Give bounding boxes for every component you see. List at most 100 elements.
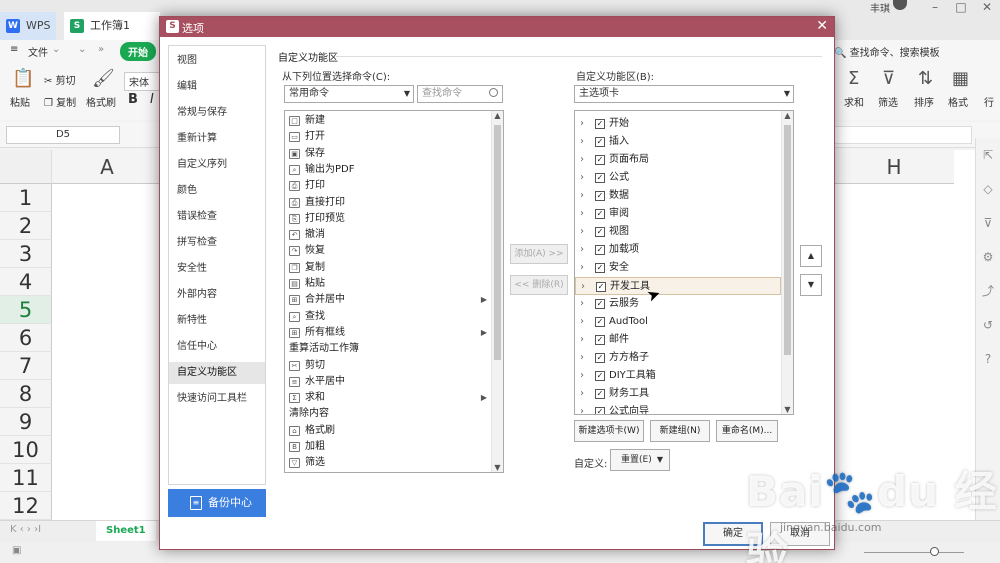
ribbon-tab-item[interactable]: › ✓ 云服务 — [575, 295, 781, 313]
user-name[interactable]: 丰琪 — [870, 0, 890, 15]
commands-source-select[interactable]: 常用命令 ▼ — [284, 85, 414, 103]
command-item[interactable]: ⌕ 输出为PDF — [285, 162, 491, 178]
tabs-scrollbar[interactable]: ▲ ▼ — [781, 111, 793, 414]
ribbon-tab-checkbox[interactable]: ✓ — [596, 282, 606, 292]
file-menu[interactable]: 文件 — [28, 44, 48, 59]
ribbon-tab-item[interactable]: › ✓ 页面布局 — [575, 151, 781, 169]
nav-item-new-features[interactable]: 新特性 — [169, 310, 265, 332]
command-item[interactable]: ⊞ 合并居中 ▶ — [285, 292, 491, 308]
sheet-tab[interactable]: Sheet1 — [96, 521, 156, 541]
ribbon-tab-checkbox[interactable]: ✓ — [595, 371, 605, 381]
expand-chevron-icon[interactable]: › — [580, 295, 584, 313]
command-item[interactable]: 重算活动工作簿 — [285, 341, 491, 357]
command-item[interactable]: ↷ 恢复 — [285, 243, 491, 259]
ribbon-tab-item-selected[interactable]: › ✓ 开发工具 — [575, 277, 781, 295]
nav-item-spell-check[interactable]: 拼写检查 — [169, 232, 265, 254]
ribbon-tab-checkbox[interactable]: ✓ — [595, 353, 605, 363]
sheet-nav-arrows[interactable]: K ‹ › ›I — [10, 524, 41, 535]
row-header[interactable]: 2 — [0, 212, 52, 240]
formula-input[interactable] — [834, 126, 972, 144]
close-icon[interactable]: ✕ — [816, 18, 828, 34]
row-header[interactable]: 7 — [0, 352, 52, 380]
ribbon-tab-checkbox[interactable]: ✓ — [595, 263, 605, 273]
command-item[interactable]: ❐ 复制 — [285, 260, 491, 276]
scroll-up-icon[interactable]: ▲ — [492, 111, 503, 120]
expand-chevron-icon[interactable]: › — [580, 385, 584, 403]
command-item[interactable]: □ 新建 — [285, 113, 491, 129]
command-item[interactable]: ⎙ 直接打印 — [285, 195, 491, 211]
expand-chevron-icon[interactable]: › — [580, 169, 584, 187]
sum-icon[interactable]: Σ — [848, 68, 859, 89]
ribbon-tab-item[interactable]: › ✓ DIY工具箱 — [575, 367, 781, 385]
format-painter-icon[interactable]: 🖌 — [92, 68, 115, 89]
ribbon-tab-item[interactable]: › ✓ 公式 — [575, 169, 781, 187]
scroll-up-icon[interactable]: ▲ — [782, 111, 793, 120]
expand-chevron-icon[interactable]: › — [580, 205, 584, 223]
remove-button[interactable]: << 删除(R) — [510, 275, 568, 295]
ribbon-tab-checkbox[interactable]: ✓ — [595, 173, 605, 183]
sort-icon[interactable]: ⇅ — [918, 68, 933, 89]
row-header[interactable]: 3 — [0, 240, 52, 268]
paste-button[interactable]: 粘贴 — [10, 94, 30, 109]
name-box[interactable]: D5 — [6, 126, 120, 144]
ribbon-tab-checkbox[interactable]: ✓ — [595, 389, 605, 399]
command-item[interactable]: ⌕ 查找 — [285, 309, 491, 325]
ribbon-tab-item[interactable]: › ✓ 开始 — [575, 115, 781, 133]
ribbon-tab-item[interactable]: › ✓ 财务工具 — [575, 385, 781, 403]
row-header[interactable]: 1 — [0, 184, 52, 212]
ribbon-tab-checkbox[interactable]: ✓ — [595, 137, 605, 147]
scroll-thumb[interactable] — [494, 125, 501, 360]
dialog-title-bar[interactable]: S 选项 ✕ — [160, 17, 834, 37]
sum-button[interactable]: 求和 — [844, 94, 864, 109]
column-header[interactable]: A — [52, 150, 162, 184]
row-header[interactable]: 9 — [0, 408, 52, 436]
expand-chevron-icon[interactable]: › — [580, 115, 584, 133]
new-tab-button[interactable]: 新建选项卡(W) — [574, 420, 644, 442]
move-up-button[interactable]: ▲ — [800, 245, 822, 267]
new-group-button[interactable]: 新建组(N) — [650, 420, 710, 442]
copy-button[interactable]: ❐ 复制 — [44, 94, 76, 109]
history-icon[interactable]: ↺ — [976, 308, 1000, 342]
row-header-active[interactable]: 5 — [0, 296, 52, 324]
expand-chevron-icon[interactable]: › — [580, 151, 584, 169]
restore-icon[interactable]: □ — [948, 0, 974, 14]
command-item[interactable]: ⎙ 打印 — [285, 178, 491, 194]
column-header[interactable]: H — [834, 150, 954, 184]
row-header[interactable]: 4 — [0, 268, 52, 296]
scroll-down-icon[interactable]: ▼ — [782, 405, 793, 414]
format-icon[interactable]: ▦ — [952, 68, 969, 89]
nav-item-general-save[interactable]: 常规与保存 — [169, 102, 265, 124]
paste-icon[interactable]: 📋 — [12, 68, 34, 89]
ribbon-tab-item[interactable]: › ✓ 审阅 — [575, 205, 781, 223]
format-painter-button[interactable]: 格式刷 — [86, 94, 116, 109]
app-tab-wps[interactable]: W WPS — [0, 12, 56, 40]
nav-item-security[interactable]: 安全性 — [169, 258, 265, 280]
minimize-icon[interactable]: – — [922, 0, 948, 14]
command-item[interactable]: 清除内容 — [285, 406, 491, 422]
nav-item-custom-lists[interactable]: 自定义序列 — [169, 154, 265, 176]
ribbon-tab-checkbox[interactable]: ✓ — [595, 335, 605, 345]
nav-item-quick-access-toolbar[interactable]: 快速访问工具栏 — [169, 388, 265, 410]
ribbon-tab-checkbox[interactable]: ✓ — [595, 155, 605, 165]
add-button[interactable]: 添加(A) >> — [510, 244, 568, 264]
command-item[interactable]: ↶ 撤消 — [285, 227, 491, 243]
status-icon[interactable]: ▣ — [12, 545, 21, 556]
shapes-icon[interactable]: ◇ — [976, 172, 1000, 206]
expand-chevron-icon[interactable]: › — [580, 133, 584, 151]
ribbon-tab-checkbox[interactable]: ✓ — [595, 299, 605, 309]
command-item[interactable]: ⌂ 格式刷 — [285, 423, 491, 439]
command-item[interactable]: ≡ 水平居中 — [285, 374, 491, 390]
command-item[interactable]: ✂ 剪切 — [285, 358, 491, 374]
ribbon-tab-item[interactable]: › ✓ 数据 — [575, 187, 781, 205]
ribbon-tab-item[interactable]: › ✓ 安全 — [575, 259, 781, 277]
nav-item-external-content[interactable]: 外部内容 — [169, 284, 265, 306]
pointer-icon[interactable]: ⇱ — [976, 138, 1000, 172]
command-item[interactable]: ▽ 筛选 — [285, 455, 491, 471]
ribbon-tab-item[interactable]: › ✓ 方方格子 — [575, 349, 781, 367]
close-icon[interactable]: ✕ — [974, 0, 1000, 14]
row-header[interactable]: 6 — [0, 324, 52, 352]
ribbon-tab-checkbox[interactable]: ✓ — [595, 407, 605, 414]
settings-icon[interactable]: ⚙ — [976, 240, 1000, 274]
move-down-button[interactable]: ▼ — [800, 274, 822, 296]
expand-chevron-icon[interactable]: › — [580, 187, 584, 205]
